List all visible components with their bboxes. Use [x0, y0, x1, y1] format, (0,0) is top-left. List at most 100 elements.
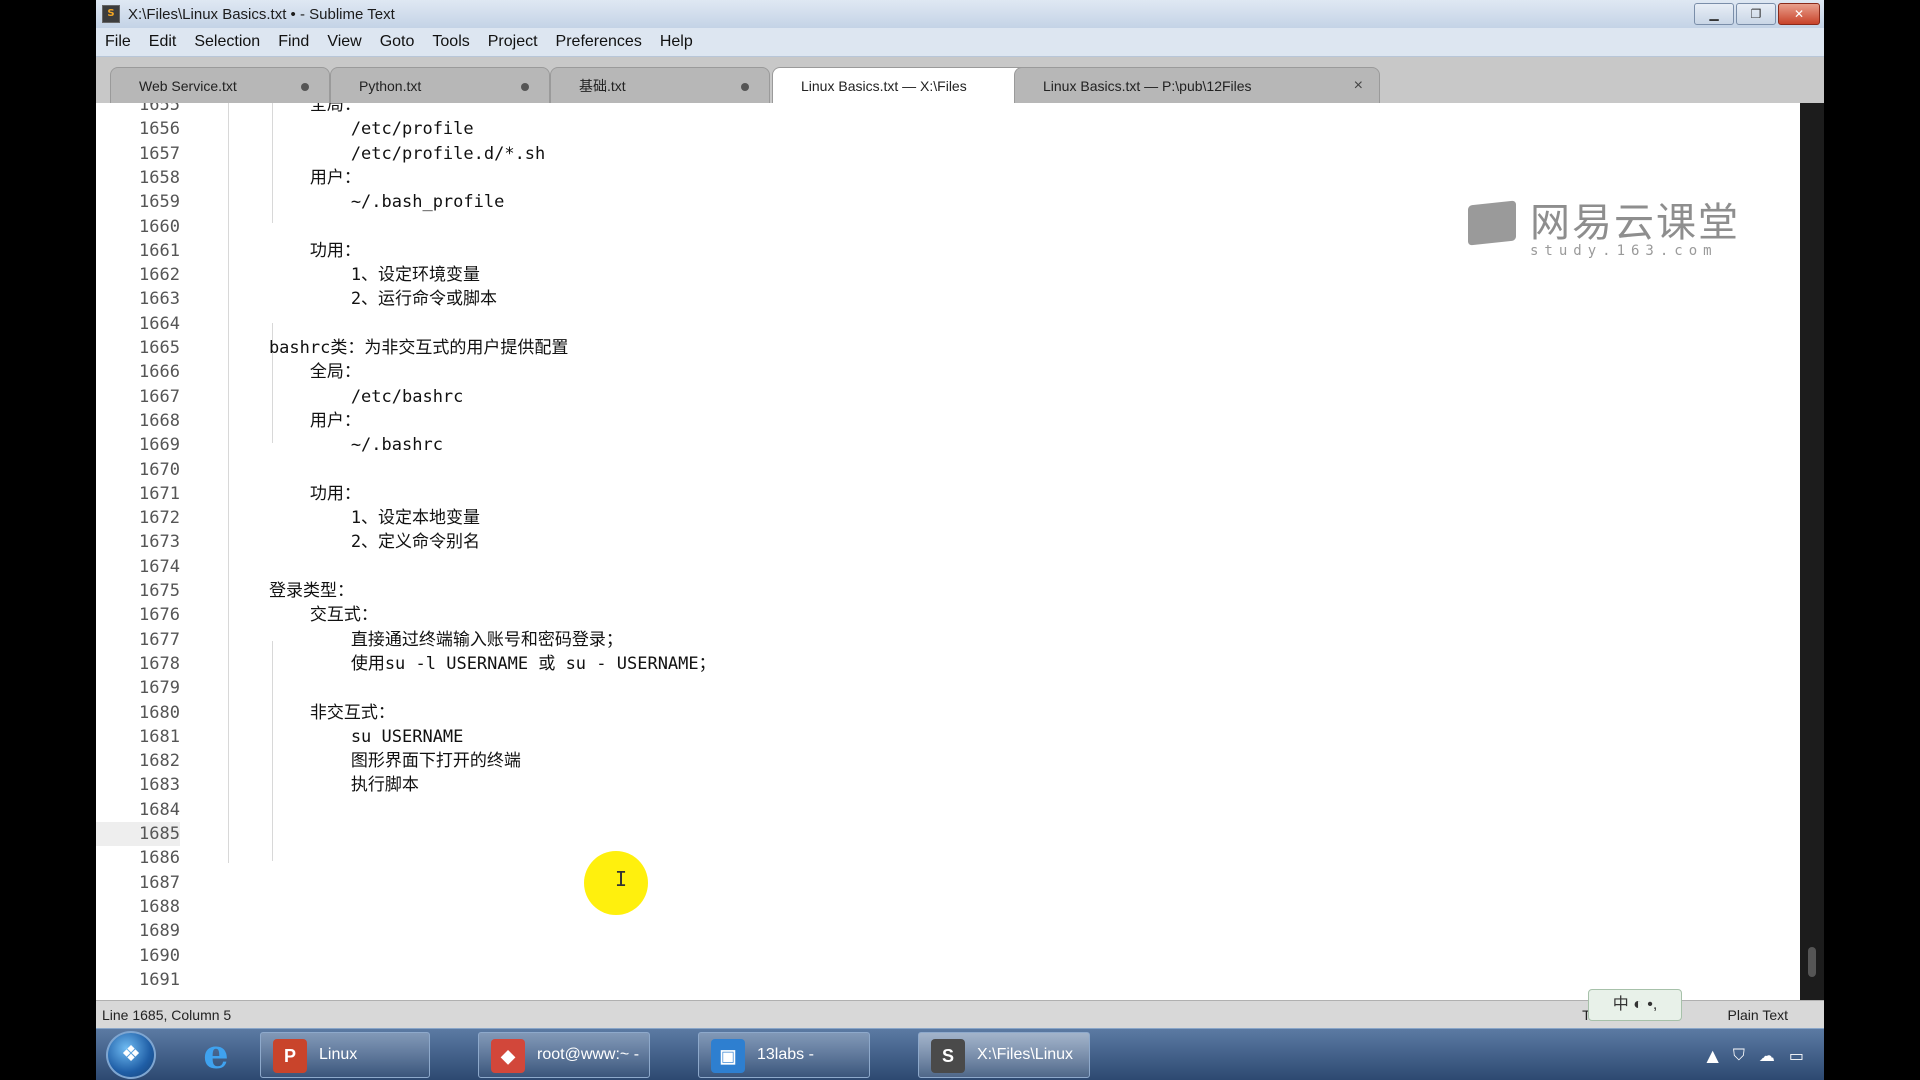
line-number: 1690 [139, 945, 180, 966]
tab-label: Linux Basics.txt — X:\Files [801, 78, 967, 94]
line-number: 1682 [139, 751, 180, 772]
taskbar-label: 13labs - VMwar... [757, 1046, 814, 1063]
network-icon[interactable]: ☁ [1759, 1046, 1775, 1065]
line-text: su USERNAME [228, 726, 464, 747]
code-line[interactable]: 1681 su USERNAME [96, 725, 1800, 749]
code-line[interactable]: 1673 2、定义命令别名 [96, 530, 1800, 554]
action-center-icon[interactable]: ▭ [1789, 1046, 1804, 1065]
line-number: 1670 [139, 459, 180, 480]
code-line[interactable]: 1679 [96, 676, 1800, 700]
code-line[interactable]: 1689 [96, 919, 1800, 943]
code-line[interactable]: 1688 [96, 895, 1800, 919]
code-line[interactable]: 1685 [96, 822, 1800, 846]
code-line[interactable]: 1670 [96, 458, 1800, 482]
powerpoint-icon: P [273, 1039, 307, 1073]
code-line[interactable]: 1664 [96, 312, 1800, 336]
code-line[interactable]: 1656 /etc/profile [96, 117, 1800, 141]
code-line[interactable]: 1690 [96, 944, 1800, 968]
menu-view[interactable]: View [318, 33, 370, 51]
menu-selection[interactable]: Selection [185, 33, 269, 51]
code-line[interactable]: 1658 用户： [96, 166, 1800, 190]
sublime-icon: S [931, 1039, 965, 1073]
line-number: 1661 [139, 240, 180, 261]
tab-close-icon[interactable]: × [1354, 68, 1363, 104]
menu-tools[interactable]: Tools [423, 33, 478, 51]
menu-preferences[interactable]: Preferences [547, 33, 651, 51]
code-line[interactable]: 1669 ~/.bashrc [96, 433, 1800, 457]
maximize-button[interactable]: ❐ [1736, 3, 1776, 25]
code-line[interactable]: 1660 [96, 215, 1800, 239]
taskbar-button[interactable]: S X:\Files\Linux Ba... [918, 1032, 1090, 1078]
code-line[interactable]: 1686 [96, 846, 1800, 870]
taskbar-button[interactable]: P Linux Basics.ppt [260, 1032, 430, 1078]
code-line[interactable]: 1678 使用su -l USERNAME 或 su - USERNAME； [96, 652, 1800, 676]
code-line[interactable]: 1672 1、设定本地变量 [96, 506, 1800, 530]
code-line[interactable]: 1675 登录类型： [96, 579, 1800, 603]
code-line[interactable]: 1668 用户： [96, 409, 1800, 433]
code-line[interactable]: 1663 2、运行命令或脚本 [96, 287, 1800, 311]
line-text: 使用su -l USERNAME 或 su - USERNAME； [228, 653, 716, 674]
code-line[interactable]: 1677 直接通过终端输入账号和密码登录； [96, 628, 1800, 652]
code-line[interactable]: 1662 1、设定环境变量 [96, 263, 1800, 287]
sublime-app-icon: S [102, 5, 120, 23]
tab-2[interactable]: Python.txt [330, 67, 550, 103]
code-line[interactable]: 1661 功用： [96, 239, 1800, 263]
code-line[interactable]: 1657 /etc/profile.d/*.sh [96, 142, 1800, 166]
scroll-thumb[interactable] [1808, 947, 1816, 977]
vertical-scrollbar[interactable] [1800, 103, 1824, 1000]
text-editor[interactable]: 网易云课堂 study.163.com I 1655 全局： 1656 /etc/… [96, 103, 1800, 1000]
menu-goto[interactable]: Goto [371, 33, 424, 51]
line-number: 1665 [139, 338, 180, 358]
code-line[interactable]: 1674 [96, 555, 1800, 579]
line-number: 1658 [139, 167, 180, 188]
show-hidden-icons-icon[interactable]: ▲ [1707, 1046, 1719, 1065]
code-line[interactable]: 1682 图形界面下打开的终端 [96, 749, 1800, 773]
tab-3[interactable]: 基础.txt [550, 67, 770, 103]
code-line[interactable]: 1666 全局： [96, 360, 1800, 384]
syntax-selector[interactable]: Plain Text [1728, 1001, 1788, 1029]
minimize-button[interactable]: ▁ [1694, 3, 1734, 25]
line-number: 1691 [139, 969, 180, 990]
screen: S X:\Files\Linux Basics.txt • - Sublime … [96, 0, 1824, 1080]
code-line[interactable]: 1687 [96, 871, 1800, 895]
code-line[interactable]: 1676 交互式： [96, 603, 1800, 627]
unsaved-dot-icon[interactable] [301, 83, 309, 91]
code-line[interactable]: 1659 ~/.bash_profile [96, 190, 1800, 214]
code-line[interactable]: 1667 /etc/bashrc [96, 385, 1800, 409]
menu-edit[interactable]: Edit [140, 33, 186, 51]
line-number: 1688 [139, 896, 180, 917]
line-number: 1659 [139, 192, 180, 213]
code-line[interactable]: 1655 全局： [96, 103, 1800, 117]
menu-file[interactable]: File [96, 33, 140, 51]
taskbar-button[interactable]: ▣ 13labs - VMwar... [698, 1032, 870, 1078]
line-number: 1683 [139, 775, 180, 796]
code-line[interactable]: 1683 执行脚本 [96, 773, 1800, 797]
start-button[interactable]: ❖ [106, 1031, 156, 1079]
unsaved-dot-icon[interactable] [521, 83, 529, 91]
ime-indicator[interactable]: 中 ◐ •, [1588, 989, 1682, 1021]
close-button[interactable]: ✕ [1778, 3, 1820, 25]
code-line[interactable]: 1671 功用： [96, 482, 1800, 506]
code-line[interactable]: 1691 [96, 968, 1800, 992]
tab-1[interactable]: Web Service.txt [110, 67, 330, 103]
line-text: /etc/profile [228, 119, 474, 140]
line-number: 1680 [139, 702, 180, 723]
line-text: ~/.bash_profile [228, 192, 505, 213]
tab-5[interactable]: Linux Basics.txt — P:\pub\12Files × [1014, 67, 1380, 103]
taskbar-button[interactable]: ◆ root@www:~ - ... [478, 1032, 650, 1078]
internet-explorer-icon[interactable]: e [192, 1033, 240, 1077]
unsaved-dot-icon[interactable] [741, 83, 749, 91]
line-number: 1679 [139, 678, 180, 699]
menu-project[interactable]: Project [479, 33, 547, 51]
menu-help[interactable]: Help [651, 33, 702, 51]
vmware-icon: ▣ [711, 1039, 745, 1073]
line-number: 1666 [139, 362, 180, 383]
line-number: 1656 [139, 119, 180, 140]
security-shield-icon[interactable]: ⛉ [1733, 1045, 1745, 1065]
line-text: /etc/bashrc [228, 386, 464, 407]
code-line[interactable]: 1665 bashrc类：为非交互式的用户提供配置 [96, 336, 1800, 360]
code-line[interactable]: 1684 [96, 798, 1800, 822]
menu-find[interactable]: Find [269, 33, 318, 51]
line-number: 1677 [139, 629, 180, 650]
code-line[interactable]: 1680 非交互式： [96, 701, 1800, 725]
